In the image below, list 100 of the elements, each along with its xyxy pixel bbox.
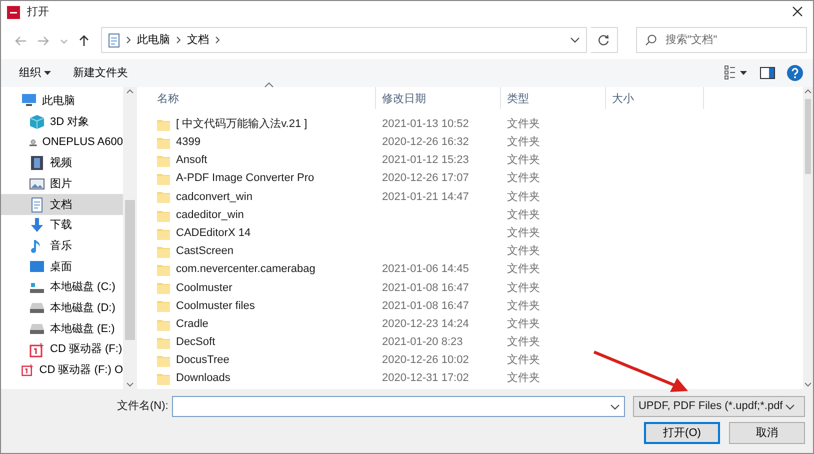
nav-item[interactable]: CD 驱动器 (F:) <box>1 339 123 360</box>
nav-item[interactable]: 桌面 <box>1 256 123 278</box>
breadcrumb[interactable]: 文档 <box>187 32 209 48</box>
modified-date: 2021-01-21 14:47 <box>382 190 469 203</box>
file-name[interactable]: 4399 <box>176 134 200 151</box>
file-name[interactable]: Coolmuster files <box>176 298 255 314</box>
folder-icon <box>157 263 170 276</box>
dropdown-icon <box>570 36 580 43</box>
file-name[interactable]: DecSoft <box>176 334 216 351</box>
help-button[interactable] <box>787 64 803 82</box>
file-name[interactable]: DocusTree <box>176 352 230 369</box>
cancel-button[interactable]: 取消 <box>729 422 805 444</box>
folder-icon <box>157 208 170 222</box>
list-scrollbar[interactable] <box>803 87 813 389</box>
file-name[interactable]: cadeditor_win <box>176 206 244 224</box>
folder-icon <box>157 372 170 386</box>
download-icon <box>29 217 45 234</box>
address-bar[interactable]: 此电脑 文档 <box>101 27 587 53</box>
scroll-down-icon <box>126 382 134 387</box>
file-name[interactable]: Downloads <box>176 370 230 387</box>
chevron-icon <box>215 36 220 44</box>
film-icon <box>29 155 45 172</box>
file-type: 文件夹 <box>507 372 540 384</box>
filename-field[interactable] <box>172 396 626 417</box>
file-type-dropdown[interactable]: UPDF, PDF Files (*.updf;*.pdf <box>633 396 805 417</box>
nav-item[interactable]: 本地磁盘 (C:) <box>1 277 123 298</box>
new-folder-button[interactable]: 新建文件夹 <box>73 64 128 82</box>
search-icon <box>645 34 658 46</box>
folder-icon <box>157 154 170 167</box>
refresh-icon <box>598 34 610 46</box>
file-type: 文件夹 <box>507 336 540 348</box>
nav-item[interactable]: 下载 <box>1 215 123 236</box>
nav-item[interactable]: 文档 <box>1 194 123 216</box>
file-type: 文件夹 <box>507 282 540 294</box>
scroll-up-icon <box>126 89 134 94</box>
open-button[interactable]: 打开(O) <box>644 422 720 444</box>
column-header[interactable]: 大小 <box>606 87 704 109</box>
sort-icon <box>264 82 274 88</box>
column-header[interactable]: 修改日期 <box>376 87 501 109</box>
file-name[interactable]: CastScreen <box>176 243 234 260</box>
nav-item[interactable]: 此电脑 <box>1 91 123 112</box>
cube-icon <box>29 114 45 130</box>
folder-icon <box>157 136 170 149</box>
file-name[interactable]: CADEditorX 14 <box>176 224 251 242</box>
folder-icon <box>157 354 170 368</box>
search-box[interactable]: 搜索"文档" <box>636 27 807 53</box>
view-options-button[interactable] <box>724 64 748 82</box>
file-type: 文件夹 <box>507 154 540 166</box>
file-type: 文件夹 <box>507 226 540 239</box>
folder-icon <box>157 299 170 312</box>
file-name[interactable]: com.nevercenter.camerabag <box>176 261 316 278</box>
nav-item[interactable]: ONEPLUS A600 <box>1 132 123 154</box>
file-name[interactable]: [ 中文代码万能输入法v.21 ] <box>176 116 308 132</box>
caret-icon <box>44 70 52 75</box>
file-type: 文件夹 <box>507 208 540 221</box>
dropdown-icon <box>610 404 620 410</box>
modified-date: 2020-12-26 10:02 <box>382 354 469 366</box>
nav-item[interactable]: 音乐 <box>1 236 123 256</box>
file-type: 文件夹 <box>507 263 540 276</box>
nav-item[interactable]: CD 驱动器 (F:) O <box>1 360 123 381</box>
nav-scrollbar[interactable] <box>123 87 137 389</box>
modified-date: 2020-12-31 17:02 <box>382 372 469 384</box>
document-icon <box>29 196 45 213</box>
nav-item[interactable]: 图片 <box>1 174 123 194</box>
modified-date: 2020-12-26 16:32 <box>382 136 469 148</box>
scroll-up-icon <box>804 89 812 94</box>
nav-item[interactable]: 视频 <box>1 153 123 174</box>
file-type: 文件夹 <box>507 136 540 148</box>
folder-icon <box>157 318 170 331</box>
dropdown-icon <box>784 404 795 410</box>
column-header[interactable]: 名称 <box>151 87 376 109</box>
desktop-icon <box>29 258 45 275</box>
modified-date: 2021-01-06 14:45 <box>382 263 469 276</box>
column-header[interactable]: 类型 <box>501 87 606 109</box>
nav-item[interactable]: 本地磁盘 (D:) <box>1 298 123 319</box>
nav-item[interactable]: 3D 对象 <box>1 112 123 132</box>
folder-icon <box>157 226 170 240</box>
file-name[interactable]: Coolmuster <box>176 280 232 296</box>
chevron-icon <box>126 36 131 44</box>
chevron-icon <box>176 36 181 44</box>
modified-date: 2021-01-13 10:52 <box>382 118 469 130</box>
file-type: 文件夹 <box>507 300 540 312</box>
file-name[interactable]: Ansoft <box>176 152 208 169</box>
file-name[interactable]: cadconvert_win <box>176 188 252 206</box>
preview-pane-button[interactable] <box>760 64 775 82</box>
file-name[interactable]: A-PDF Image Converter Pro <box>176 170 314 187</box>
document-icon <box>108 32 120 48</box>
nav-item[interactable]: 本地磁盘 (E:) <box>1 318 123 340</box>
refresh-button[interactable] <box>590 27 618 53</box>
modified-date: 2021-01-12 15:23 <box>382 154 469 166</box>
folder-icon <box>157 172 170 186</box>
folder-icon <box>157 118 170 131</box>
scroll-down-icon <box>804 382 812 387</box>
file-type: 文件夹 <box>507 118 540 130</box>
folder-icon <box>157 244 170 258</box>
organize-menu[interactable]: 组织 <box>19 64 52 82</box>
file-type: 文件夹 <box>507 354 540 366</box>
breadcrumb[interactable]: 此电脑 <box>137 32 170 48</box>
app-icon <box>7 6 20 18</box>
file-name[interactable]: Cradle <box>176 316 208 332</box>
